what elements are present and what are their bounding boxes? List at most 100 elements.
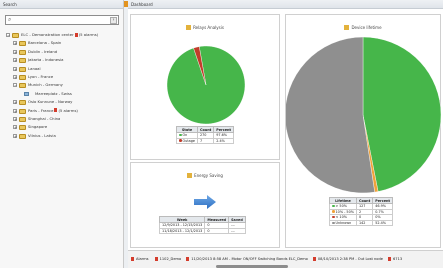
- alarm-bell-icon: [312, 256, 316, 261]
- cell-text: 0.7%: [375, 209, 384, 214]
- expand-toggle-icon[interactable]: +: [13, 125, 17, 130]
- expand-toggle-icon[interactable]: −: [13, 83, 17, 88]
- alarm-item[interactable]: 11/20/2013 8:58 AM - Motor ON/OFF Switch…: [191, 257, 308, 261]
- cell-text: ---: [231, 223, 235, 228]
- alarm-item[interactable]: 1102_Demo: [160, 257, 182, 261]
- table-row: > 50% 127 46.9%: [329, 203, 394, 210]
- tree-node-text: Marreeplatz - Swiss: [35, 90, 72, 96]
- alarm-item[interactable]: 6713: [393, 257, 402, 261]
- alarm-bar: Alarms 1102_Demo 11/20/2013 8:58 AM - Mot…: [128, 250, 443, 268]
- folder-icon: [19, 41, 26, 47]
- tree-node-text: Jakarta - Indonesia: [28, 57, 64, 63]
- tree-node[interactable]: + Dublin - Ireland: [0, 48, 124, 56]
- folder-icon: [19, 74, 26, 80]
- search-go-button[interactable]: ›: [110, 17, 117, 24]
- tree-node-label: ELC - Demonstration center (5 alarms): [21, 31, 98, 39]
- folder-icon: [19, 58, 26, 64]
- expand-toggle-icon[interactable]: +: [13, 100, 17, 105]
- expand-toggle-icon[interactable]: +: [13, 66, 17, 71]
- alarm-bell-icon: [186, 256, 190, 261]
- alarm-list: Alarms 1102_Demo 11/20/2013 8:58 AM - Mot…: [131, 256, 402, 262]
- tree-node[interactable]: + Lyon - France: [0, 73, 124, 81]
- cell-text: On: [182, 133, 188, 138]
- expand-toggle-icon[interactable]: +: [13, 133, 17, 138]
- table-cell: 0: [204, 227, 230, 235]
- relays-title: Relays Analysis: [131, 25, 279, 30]
- expand-toggle-icon[interactable]: +: [13, 108, 17, 113]
- cell-text: Unknown: [335, 221, 352, 226]
- tree-node-label: Jakarta - Indonesia: [28, 56, 63, 64]
- cell-text: 0%: [375, 215, 381, 220]
- tree-node-label: Oslo Kunnune - Norway: [28, 98, 72, 106]
- app-window: Search ⌕ › − ELC - Demonstration center (5…: [0, 0, 443, 268]
- tree-node-alarms: (5 alarms): [58, 107, 78, 113]
- expand-toggle-icon[interactable]: +: [13, 49, 17, 54]
- tree-node[interactable]: + Shanghai - China: [0, 115, 124, 123]
- table-cell: 52.4%: [372, 219, 394, 227]
- expand-toggle-icon[interactable]: +: [13, 58, 17, 63]
- cell-text: < 10%: [335, 215, 347, 220]
- lifetime-icon: [344, 25, 350, 30]
- cell-text: 2.4%: [216, 138, 225, 143]
- cell-text: 0: [207, 223, 210, 228]
- table-cell: ---: [228, 227, 246, 235]
- tree-node[interactable]: + Paris - France (5 alarms): [0, 107, 124, 115]
- folder-icon: [12, 33, 19, 38]
- pie-slice-50[interactable]: [362, 36, 442, 192]
- energy-arrow-icon: [194, 195, 216, 209]
- tree-node-text: Shanghai - China: [28, 115, 61, 121]
- lifetime-table: Lifetime Count Percent > 50% 127 46.9% 10% - 5…: [329, 197, 394, 227]
- tree-node-label: Singapore: [28, 123, 47, 131]
- tree-node[interactable]: Marreeplatz - Swiss: [0, 90, 124, 98]
- cell-text: 270: [199, 133, 207, 138]
- search-panel-header: Search: [0, 0, 123, 9]
- site-tree: − ELC - Demonstration center (5 alarms) + Ba…: [0, 31, 124, 140]
- alarm-icon: [54, 108, 58, 113]
- folder-icon: [19, 49, 26, 55]
- tree-node[interactable]: + Jakarta - Indonesia: [0, 56, 124, 64]
- table-row: On 270 97.6%: [176, 132, 235, 139]
- expand-toggle-icon[interactable]: −: [6, 33, 10, 38]
- energy-panel: Energy Saving Week Measured Saved 12/9/2013…: [130, 162, 280, 248]
- folder-icon: [19, 83, 26, 89]
- tree-node[interactable]: − ELC - Demonstration center (5 alarms): [0, 31, 124, 39]
- folder-icon: [19, 133, 26, 139]
- cell-text: 2: [358, 209, 362, 214]
- search-icon[interactable]: ⌕: [8, 17, 14, 23]
- legend-swatch: [179, 139, 182, 142]
- folder-icon: [19, 66, 26, 72]
- cell-text: 12/9/2013 - 12/15/2013: [162, 223, 203, 228]
- relays-table: State Count Percent On 270 97.6% Outage 7 2.4%: [176, 126, 235, 145]
- cell-text: 0: [207, 228, 210, 233]
- tree-node-text: Munich - Germany: [28, 82, 63, 88]
- tree-node-label: Vilnius - Latvia: [28, 132, 56, 140]
- tree-node-label: Marreeplatz - Swiss: [35, 90, 72, 98]
- expand-toggle-icon[interactable]: +: [13, 41, 17, 46]
- search-input[interactable]: [16, 17, 108, 23]
- legend-swatch: [332, 210, 335, 213]
- tree-node-text: Oslo Kunnune - Norway: [28, 99, 73, 105]
- tree-node[interactable]: + Singapore: [0, 123, 124, 131]
- tree-node[interactable]: + Lanaal: [0, 65, 124, 73]
- pie-slice-unknown[interactable]: [286, 36, 375, 194]
- cell-text: 0: [358, 215, 362, 220]
- energy-title-text: Energy Saving: [194, 173, 223, 178]
- tree-node[interactable]: + Vilnius - Latvia: [0, 132, 124, 140]
- tree-node[interactable]: − Munich - Germany: [0, 81, 124, 89]
- tree-node-label: Barcelona - Spain: [28, 39, 61, 47]
- energy-icon: [187, 173, 193, 178]
- tree-node-label: Lanaal: [28, 65, 41, 73]
- tree-node[interactable]: + Oslo Kunnune - Norway: [0, 98, 124, 106]
- folder-icon: [19, 125, 26, 131]
- table-row: Unknown 142 52.4%: [329, 219, 394, 227]
- table-row: Outage 7 2.4%: [176, 137, 235, 145]
- tree-node-label: Shanghai - China: [28, 115, 60, 123]
- expand-toggle-icon[interactable]: +: [13, 74, 17, 79]
- alarm-bell-icon: [131, 256, 134, 261]
- lifetime-pie-chart: [286, 36, 442, 194]
- alarm-label: Alarms: [136, 257, 149, 261]
- tree-node[interactable]: + Barcelona - Spain: [0, 39, 124, 47]
- tree-node-text: Dublin - Ireland: [28, 48, 58, 54]
- alarm-item[interactable]: 08/10/2013 2:38 PM - Out Lost node: [318, 257, 383, 261]
- expand-toggle-icon[interactable]: +: [13, 116, 17, 121]
